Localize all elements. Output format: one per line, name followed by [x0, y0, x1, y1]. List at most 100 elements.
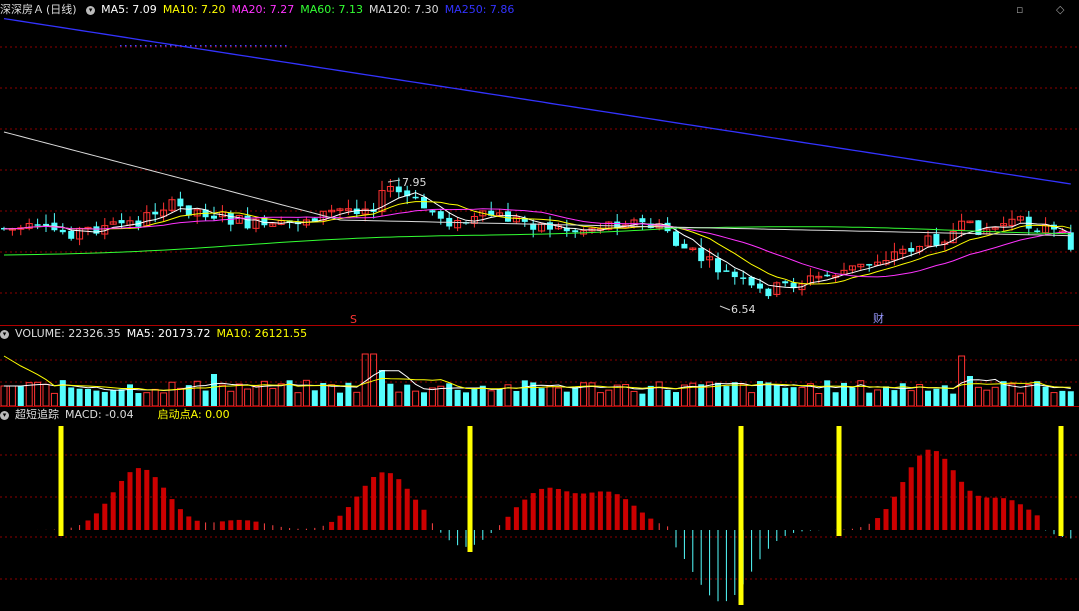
volume-ma5: MA5: 20173.72 [126, 327, 211, 340]
volume-bar [538, 388, 545, 406]
candle-body [866, 264, 873, 266]
signal-bar [467, 426, 473, 552]
indicator-header: ▾ 超短追踪 MACD: -0.04 启动点A: 0.00 [0, 408, 236, 422]
macd-bar [387, 473, 393, 530]
volume-bar [655, 381, 663, 406]
ma250-dot [260, 45, 262, 47]
volume-bar [118, 389, 125, 406]
macd-bar [992, 497, 998, 530]
volume-bar [93, 390, 100, 406]
macd-bar [639, 512, 645, 530]
volume-bar [135, 393, 142, 406]
signal-value: 启动点A: 0.00 [157, 408, 230, 421]
ma250-dot [280, 45, 282, 47]
macd-bar [513, 507, 519, 530]
candle-body [740, 277, 747, 279]
macd-bar [1001, 498, 1007, 530]
candle-body [43, 223, 49, 226]
candle-body [1025, 216, 1032, 229]
macd-bar [144, 469, 150, 530]
macd-bar [413, 499, 419, 530]
ma250-dot [120, 45, 122, 47]
macd-bar [337, 515, 343, 530]
volume-bar [428, 387, 436, 406]
ma250-dot [130, 45, 132, 47]
macd-bar [93, 513, 99, 530]
volume-bar [521, 380, 528, 406]
candle-body [412, 196, 419, 199]
macd-bar [606, 491, 612, 530]
volume-bar [168, 381, 176, 406]
volume-bar [252, 385, 260, 406]
ma250-dot [140, 45, 142, 47]
macd-bar [1009, 500, 1015, 530]
volume-header: ▾ VOLUME: 22326.35 MA5: 20173.72 MA10: 2612… [0, 327, 313, 341]
macd-bar [253, 521, 259, 530]
macd-bar [925, 449, 931, 530]
volume-bar [866, 392, 873, 406]
candle-body [572, 230, 579, 233]
candlestick-chart[interactable]: 7.956.54S 财 [0, 0, 1079, 326]
volume-bar [933, 388, 940, 406]
macd-bar [362, 485, 368, 530]
candle-body [68, 230, 75, 239]
volume-bar [849, 387, 856, 406]
volume-dropdown-icon[interactable]: ▾ [0, 329, 9, 339]
volume-bar [1067, 391, 1074, 406]
candle-body [723, 270, 730, 272]
indicator-dropdown-icon[interactable]: ▾ [0, 410, 9, 420]
signal-bar [58, 426, 64, 536]
volume-bar [1042, 386, 1049, 406]
macd-bar [530, 493, 536, 530]
macd-bar [589, 492, 595, 530]
macd-bar [942, 458, 948, 530]
ma250-dot [165, 45, 167, 47]
macd-bar [891, 496, 897, 530]
volume-bar [421, 392, 427, 406]
macd-bar [379, 472, 385, 530]
volume-bar [974, 386, 982, 406]
volume-bar [958, 355, 966, 406]
finance-marker: 财 [873, 311, 884, 325]
ma250-dot [185, 45, 187, 47]
volume-bar [639, 393, 646, 406]
volume-bar [34, 381, 42, 406]
ma250-dot [135, 45, 137, 47]
volume-bar [546, 385, 554, 406]
volume-bar [773, 385, 780, 406]
macd-chart[interactable] [0, 422, 1079, 611]
volume-ma10: MA10: 26121.55 [216, 327, 308, 340]
volume-bar [311, 390, 318, 406]
indicator-name[interactable]: 超短追踪 [15, 408, 59, 421]
volume-bar [596, 392, 604, 406]
macd-bar [950, 470, 956, 530]
volume-bar [513, 390, 520, 406]
macd-bar [883, 509, 889, 530]
volume-bar [0, 385, 8, 406]
volume-bar [572, 386, 579, 406]
candle-body [244, 215, 251, 229]
volume-bar [925, 390, 931, 406]
macd-bar [564, 491, 570, 530]
volume-bar [328, 384, 336, 406]
volume-value: VOLUME: 22326.35 [15, 327, 121, 340]
volume-bar [874, 389, 882, 406]
volume-bar [235, 383, 243, 406]
volume-bar [85, 388, 91, 406]
volume-bar [891, 390, 898, 406]
volume-bar [294, 392, 302, 406]
macd-bar [169, 499, 175, 530]
macd-bar [329, 521, 335, 530]
macd-bar [228, 520, 234, 530]
ma250-dot [250, 45, 252, 47]
ma250-dot [155, 45, 157, 47]
volume-chart[interactable] [0, 340, 1079, 406]
volume-bar [664, 389, 671, 406]
volume-bar [613, 384, 621, 406]
macd-bar [85, 520, 91, 530]
ma250-dot [125, 45, 127, 47]
volume-bar [320, 382, 327, 406]
macd-bar [127, 472, 133, 530]
macd-bar [631, 505, 637, 530]
candle-body [757, 283, 763, 289]
